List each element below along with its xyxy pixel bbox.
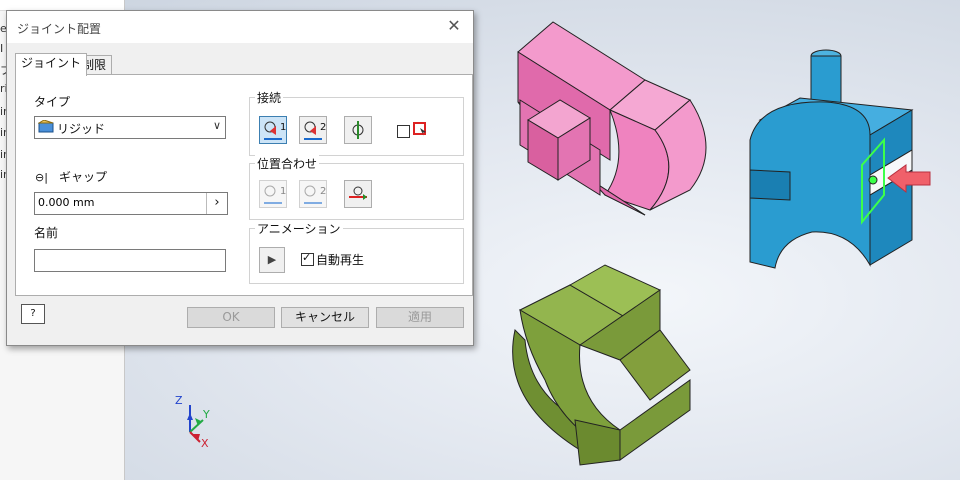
align-label: 位置合わせ [255,155,320,172]
gap-field[interactable]: › [34,192,228,215]
help-button[interactable]: ? [21,304,45,324]
ok-button-label: OK [222,310,240,324]
gap-input[interactable] [35,193,211,212]
blue-part[interactable] [749,49,914,269]
pink-part[interactable] [517,21,707,216]
dialog-title: ジョイント配置 [17,22,102,36]
rigid-joint-icon [38,120,54,133]
gap-icon: ⊖| [35,171,48,184]
help-icon: ? [30,308,36,319]
type-value: リジッド [57,122,106,136]
cancel-button[interactable]: キャンセル [281,307,369,328]
flip-icon [352,121,364,139]
align-btn2-num: 2 [320,186,327,197]
name-label: 名前 [34,226,59,240]
autoplay-label: 自動再生 [316,253,365,267]
browser-item-1[interactable]: I [0,42,3,55]
animation-label: アニメーション [255,220,343,237]
apply-button-label: 適用 [407,310,432,324]
play-button[interactable]: ▶ [259,247,285,273]
green-part[interactable] [512,264,691,466]
ok-button[interactable]: OK [187,307,275,328]
lock-checkbox[interactable] [397,125,410,138]
chevron-down-icon[interactable]: ∨ [213,119,221,132]
play-icon: ▶ [267,253,277,266]
type-label: タイプ [34,95,71,109]
dialog-titlebar[interactable]: ジョイント配置 ✕ [7,11,473,43]
align-flip-button[interactable] [344,180,372,208]
reverse-alignment-icon [349,186,367,200]
type-combobox[interactable]: リジッド ∨ [34,116,226,139]
align-btn1-num: 1 [280,186,287,197]
connect-btn2-num: 2 [320,122,327,133]
name-input[interactable] [34,249,226,272]
chevron-right-icon[interactable]: › [206,193,227,214]
autoplay-checkbox[interactable] [301,251,314,266]
apply-button[interactable]: 適用 [376,307,464,328]
flip-button[interactable] [344,116,372,144]
cancel-button-label: キャンセル [294,310,355,324]
lock-icon [413,122,426,137]
gap-label: ギャップ [59,170,108,184]
connect-label: 接続 [255,89,284,106]
tab-joint-label: ジョイント [21,56,82,70]
triad-y-label: Y [203,408,210,421]
triad-z-label: Z [175,394,183,407]
triad-x-label: X [201,437,209,450]
connect-btn1-num: 1 [280,122,287,133]
tab-joint[interactable]: ジョイント [15,53,88,76]
close-icon[interactable]: ✕ [443,15,465,37]
joint-placement-dialog: ジョイント配置 ✕ ジョイント 制限 タイプ リジッド ∨ ⊖| ギャップ › … [6,10,474,346]
